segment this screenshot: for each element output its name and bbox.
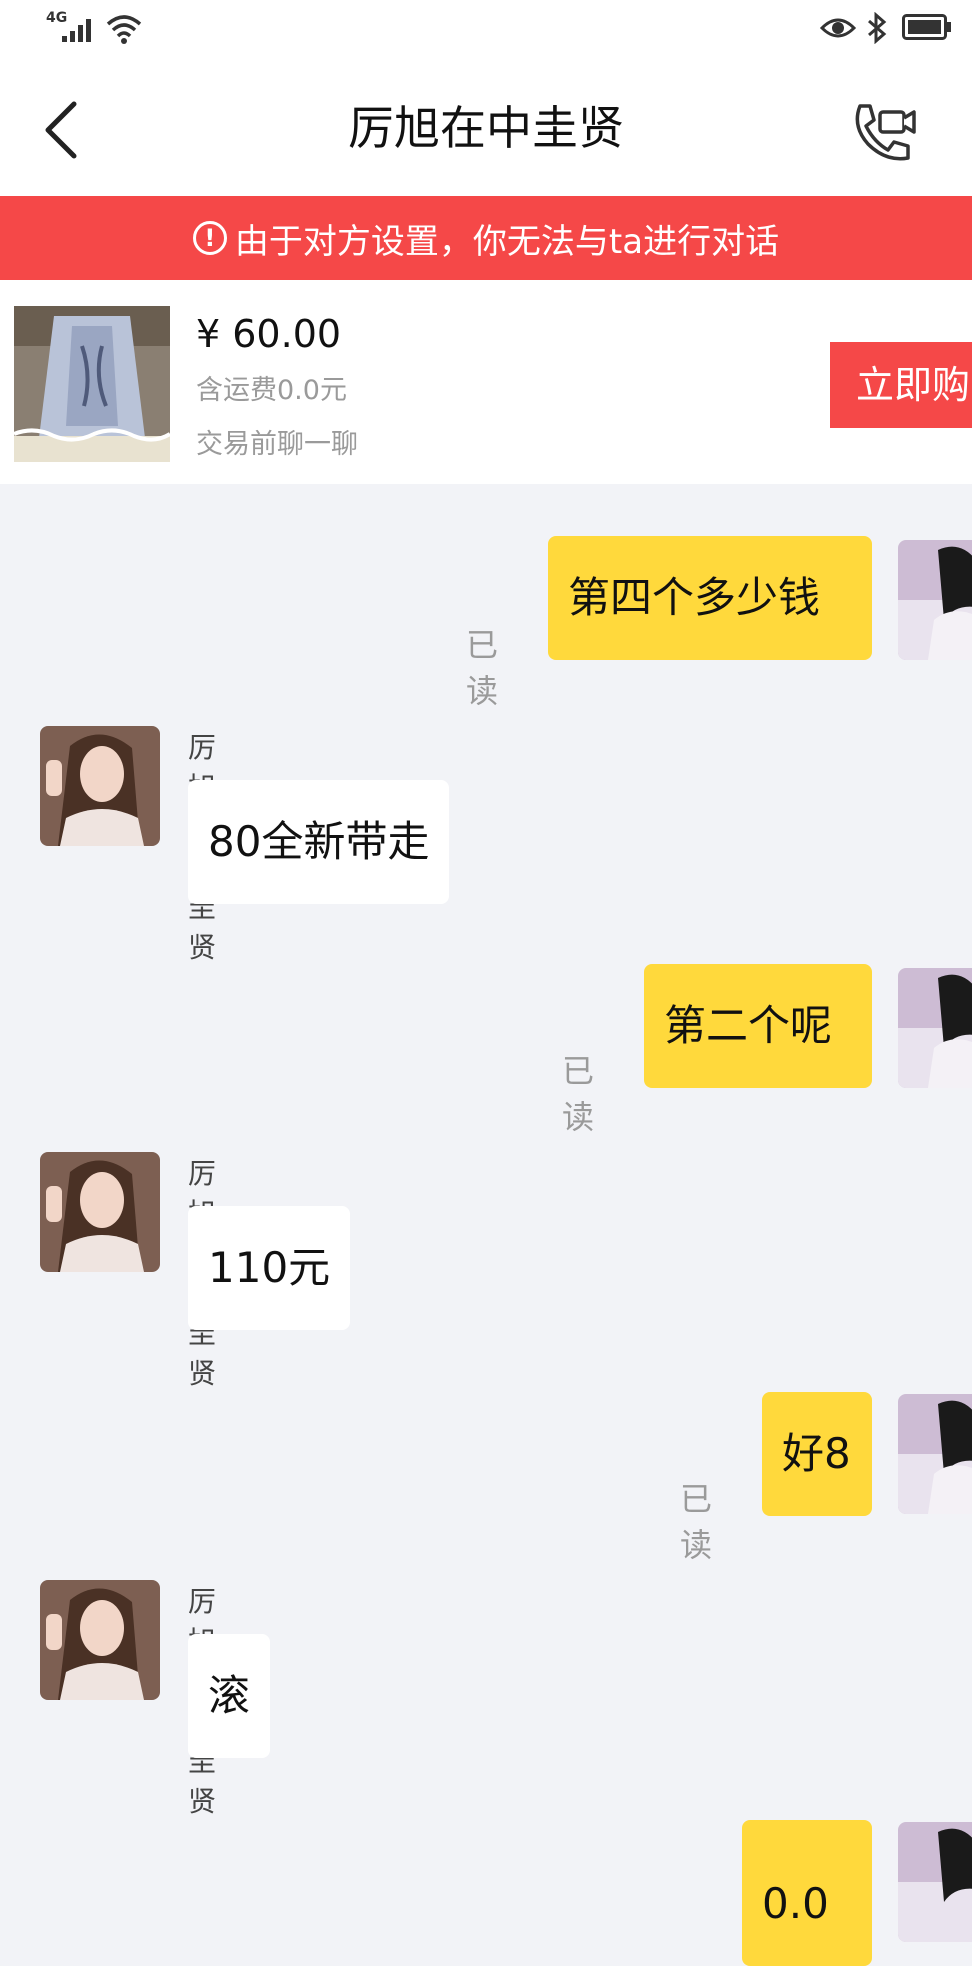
product-card[interactable]: ¥ 60.00 含运费0.0元 交易前聊一聊 立即购 [0, 280, 972, 484]
buy-now-button[interactable]: 立即购 [830, 342, 972, 428]
battery-icon [902, 14, 951, 40]
wifi-icon [106, 15, 142, 44]
contact-message-bubble[interactable]: 80全新带走 [188, 780, 450, 904]
chat-title: 厉旭在中圭贤 [348, 101, 624, 155]
my-avatar[interactable] [898, 1394, 972, 1514]
warning-text: 由于对方设置，你无法与ta进行对话 [234, 221, 780, 262]
contact-avatar[interactable] [40, 1152, 160, 1272]
warning-banner: ! 由于对方设置，你无法与ta进行对话 [0, 196, 972, 280]
eye-icon [820, 18, 856, 38]
my-avatar[interactable] [898, 540, 972, 660]
chat-hint: 交易前聊一聊 [196, 429, 358, 460]
status-bar: 4G [0, 0, 972, 60]
shipping-info: 含运费0.0元 [196, 375, 347, 406]
read-status: 已读 [680, 1480, 713, 1564]
signal-icon [62, 19, 91, 42]
contact-message-bubble[interactable]: 滚 [188, 1634, 271, 1758]
my-message-bubble[interactable]: 第四个多少钱 [548, 536, 872, 660]
phone-video-icon[interactable] [846, 98, 918, 166]
contact-avatar[interactable] [40, 1580, 160, 1700]
my-avatar[interactable] [898, 1822, 972, 1942]
nav-bar: 厉旭在中圭贤 [0, 60, 972, 196]
contact-avatar[interactable] [40, 726, 160, 846]
my-message-bubble[interactable]: 0.0 [742, 1820, 872, 1966]
read-status: 已读 [562, 1052, 595, 1136]
contact-message-bubble[interactable]: 110元 [188, 1206, 351, 1330]
product-thumbnail[interactable] [14, 306, 170, 462]
alert-icon: ! [192, 221, 227, 255]
bluetooth-icon [868, 12, 887, 44]
my-message-bubble[interactable]: 第二个呢 [644, 964, 872, 1088]
my-avatar[interactable] [898, 968, 972, 1088]
my-message-bubble[interactable]: 好8 [762, 1392, 872, 1516]
read-status: 已读 [466, 626, 499, 710]
product-price: ¥ 60.00 [196, 312, 342, 356]
